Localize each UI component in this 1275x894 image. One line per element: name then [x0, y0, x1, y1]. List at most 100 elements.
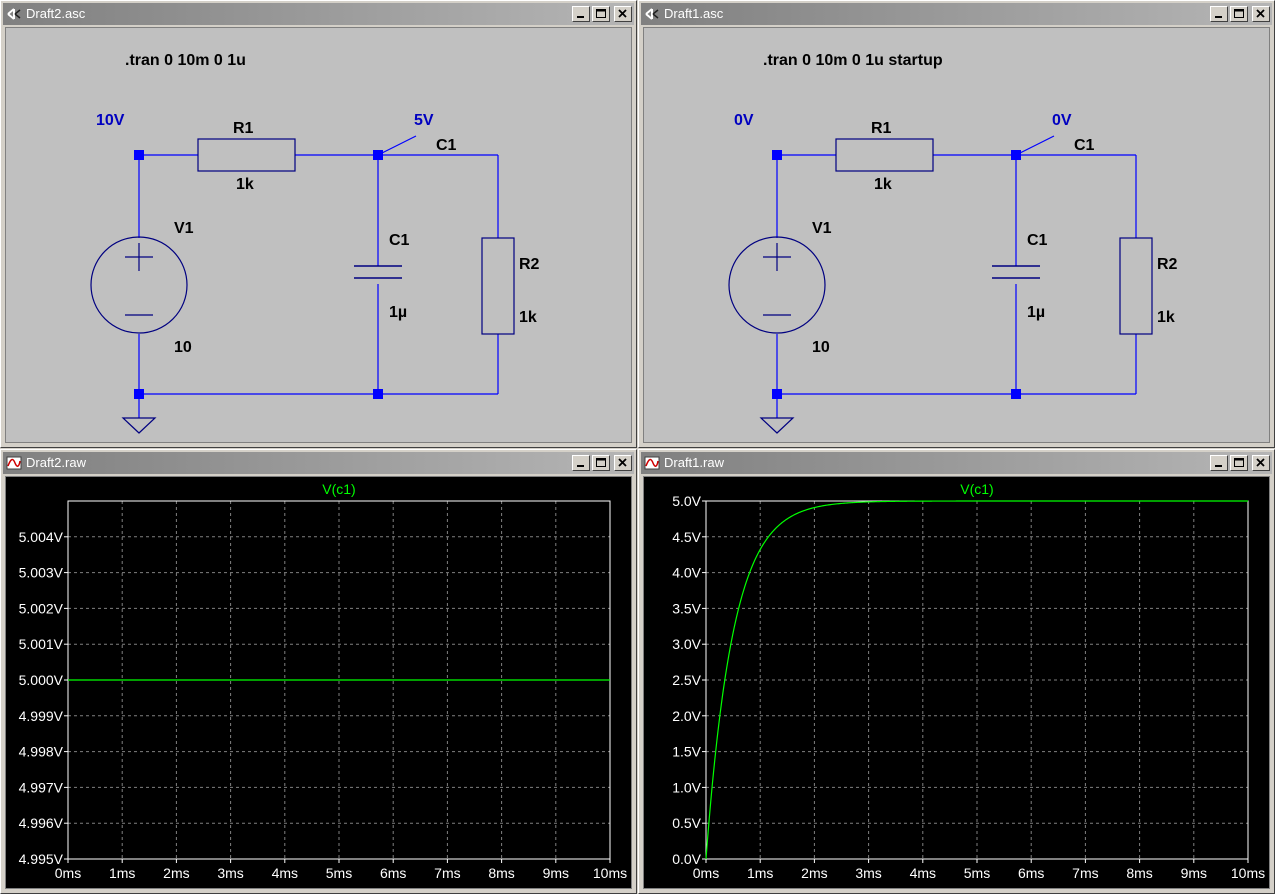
resistor-r1-value: 1k	[236, 176, 254, 193]
x-tick-label: 5ms	[964, 865, 990, 881]
y-tick-label: 4.998V	[19, 744, 64, 760]
maximize-button[interactable]	[1230, 455, 1248, 471]
circuit-schematic[interactable]: .tran 0 10m 0 1u startup R1 1k R2 1k C1 1µ V1 10…	[644, 28, 1270, 443]
title-bar[interactable]: Draft1.asc	[641, 3, 1272, 25]
circuit-schematic[interactable]: .tran 0 10m 0 1uR11kR21kC11µV11010V 5VC1	[6, 28, 632, 443]
junction-node[interactable]	[772, 389, 782, 399]
minimize-button[interactable]	[572, 6, 590, 22]
waveform-window-draft1[interactable]: Draft1.raw V(c1) 0ms 1ms 2ms 3ms 4ms 5ms 6ms 7ms…	[638, 449, 1275, 894]
schematic-window-draft2[interactable]: Draft2.asc .tran 0 10m 0 1u R1 1k R2 1k C1 1µ V…	[0, 0, 637, 448]
resistor-r2[interactable]	[481, 237, 515, 335]
waveform-plot-area[interactable]: V(c1) 0ms 1ms 2ms 3ms 4ms 5ms 6ms 7ms 8ms 9ms 10ms 4…	[5, 476, 632, 889]
x-tick-label: 3ms	[855, 865, 881, 881]
y-tick-label: 2.5V	[672, 672, 701, 688]
close-icon	[1256, 9, 1265, 18]
window-title: Draft1.raw	[664, 455, 724, 470]
schematic-canvas[interactable]: .tran 0 10m 0 1u startup R1 1k R2 1k C1 1µ V1 10…	[643, 27, 1270, 443]
resistor-r1-name: R1	[233, 120, 254, 137]
minimize-icon	[577, 465, 584, 467]
resistor-r2-value: 1k	[519, 309, 537, 326]
capacitor-c1-name: C1	[389, 232, 410, 249]
wire	[1015, 135, 1055, 156]
resistor-r1[interactable]	[835, 138, 934, 172]
capacitor-c1-name: C1	[1027, 232, 1048, 249]
y-tick-label: 4.997V	[19, 779, 64, 795]
y-tick-label: 4.996V	[19, 815, 64, 831]
junction-node[interactable]	[1011, 389, 1021, 399]
ltspice-schematic-icon	[645, 8, 659, 20]
junction-node[interactable]	[772, 150, 782, 160]
minimize-icon	[1215, 16, 1222, 18]
waveform-window-draft2[interactable]: Draft2.raw V(c1) 0ms 1ms 2ms 3ms 4ms 5ms 6ms 7ms…	[0, 449, 637, 894]
chart-title: V(c1)	[960, 481, 993, 497]
y-tick-label: 5.003V	[19, 565, 64, 581]
schematic-window-draft1[interactable]: Draft1.asc .tran 0 10m 0 1u startup R1 1k R…	[638, 0, 1275, 448]
title-bar[interactable]: Draft2.raw	[3, 452, 634, 474]
maximize-button[interactable]	[592, 6, 610, 22]
maximize-button[interactable]	[1230, 6, 1248, 22]
close-icon	[618, 458, 627, 467]
y-tick-label: 3.0V	[672, 636, 701, 652]
minimize-button[interactable]	[572, 455, 590, 471]
title-bar[interactable]: Draft1.raw	[641, 452, 1272, 474]
junction-node[interactable]	[1011, 150, 1021, 160]
close-button[interactable]	[1252, 6, 1270, 22]
ground-icon	[121, 417, 157, 434]
capacitor-c1-value: 1µ	[1027, 304, 1045, 321]
window-title: Draft2.asc	[26, 6, 86, 21]
x-tick-label: 9ms	[543, 865, 569, 881]
junction-node[interactable]	[373, 389, 383, 399]
waveform-chart[interactable]: V(c1) 0ms 1ms 2ms 3ms 4ms 5ms 6ms 7ms 8ms 9ms 10ms 0…	[644, 477, 1270, 889]
ltspice-schematic-icon	[7, 8, 21, 20]
waveform-chart[interactable]: V(c1) 0ms 1ms 2ms 3ms 4ms 5ms 6ms 7ms 8ms 9ms 10ms 4…	[6, 477, 632, 889]
resistor-r2[interactable]	[1119, 237, 1153, 335]
schematic-canvas[interactable]: .tran 0 10m 0 1u R1 1k R2 1k C1 1µ V1 10 10V 5V C1	[5, 27, 632, 443]
voltage-source-v1-name: V1	[174, 220, 194, 237]
window-title: Draft1.asc	[664, 6, 724, 21]
x-tick-label: 8ms	[488, 865, 514, 881]
x-tick-label: 2ms	[163, 865, 189, 881]
minimize-button[interactable]	[1210, 455, 1228, 471]
x-tick-label: 4ms	[272, 865, 298, 881]
resistor-r1-name: R1	[871, 120, 892, 137]
x-tick-label: 1ms	[747, 865, 773, 881]
ground-icon	[759, 417, 795, 434]
resistor-r1[interactable]	[197, 138, 296, 172]
x-tick-label: 0ms	[55, 865, 81, 881]
x-tick-label: 8ms	[1126, 865, 1152, 881]
close-icon	[1256, 458, 1265, 467]
x-tick-label: 9ms	[1181, 865, 1207, 881]
maximize-button[interactable]	[592, 455, 610, 471]
maximize-icon	[596, 9, 606, 18]
resistor-r1-value: 1k	[874, 176, 892, 193]
y-tick-label: 1.5V	[672, 744, 701, 760]
x-tick-label: 5ms	[326, 865, 352, 881]
y-tick-label: 5.002V	[19, 600, 64, 616]
y-tick-label: 4.995V	[19, 851, 64, 867]
node-voltage-label-in: 0V	[734, 112, 754, 129]
title-bar[interactable]: Draft2.asc	[3, 3, 634, 25]
x-tick-label: 4ms	[910, 865, 936, 881]
close-button[interactable]	[1252, 455, 1270, 471]
y-tick-label: 4.5V	[672, 529, 701, 545]
plus-icon	[763, 243, 791, 271]
resistor-r2-name: R2	[1157, 256, 1178, 273]
capacitor-c1-value: 1µ	[389, 304, 407, 321]
x-tick-label: 6ms	[1018, 865, 1044, 881]
spice-directive: .tran 0 10m 0 1u startup	[763, 52, 943, 69]
junction-node[interactable]	[134, 389, 144, 399]
y-tick-label: 4.0V	[672, 565, 701, 581]
y-tick-label: 0.0V	[672, 851, 701, 867]
close-button[interactable]	[614, 6, 632, 22]
net-label-c1: C1	[436, 137, 457, 154]
wire	[377, 135, 417, 156]
junction-node[interactable]	[134, 150, 144, 160]
waveform-plot-area[interactable]: V(c1) 0ms 1ms 2ms 3ms 4ms 5ms 6ms 7ms 8ms 9ms 10ms 0…	[643, 476, 1270, 889]
minimize-button[interactable]	[1210, 6, 1228, 22]
maximize-icon	[1234, 9, 1244, 18]
voltage-source-v1-value: 10	[174, 339, 192, 356]
junction-node[interactable]	[373, 150, 383, 160]
resistor-r2-value: 1k	[1157, 309, 1175, 326]
x-tick-label: 2ms	[801, 865, 827, 881]
close-button[interactable]	[614, 455, 632, 471]
